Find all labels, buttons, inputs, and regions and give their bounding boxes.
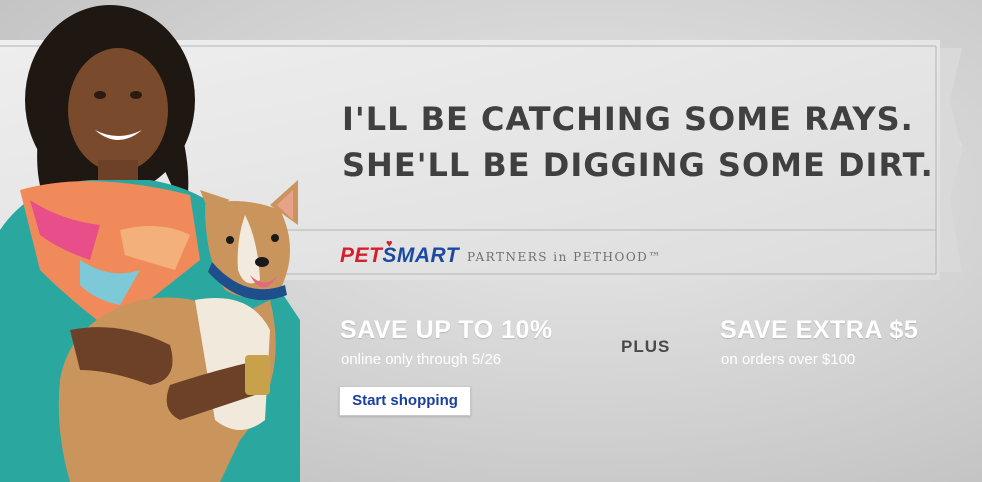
headline-line-2: SHE'LL BE DIGGING SOME DIRT. [342,146,934,184]
partners-tagline: PARTNERS in PETHOOD™ [467,250,662,264]
offer-left-title: SAVE UP TO 10% [340,316,553,344]
start-shopping-button[interactable]: Start shopping [339,386,471,416]
logo-smart: SMART [382,244,460,267]
heart-icon: ♥ [386,238,394,250]
headline-line-1: I'LL BE CATCHING SOME RAYS. [342,100,914,138]
offer-left-subtitle: online only through 5/26 [341,351,502,368]
petsmart-logo[interactable]: PETSMART ♥ [340,238,460,268]
logo-pet: PET [340,244,383,267]
offer-right-subtitle: on orders over $100 [721,351,856,368]
plus-label: PLUS [621,337,671,356]
woman-with-dog-photo [0,5,300,482]
offer-right-title: SAVE EXTRA $5 [720,316,919,344]
headline: I'LL BE CATCHING SOME RAYS. SHE'LL BE DI… [342,96,934,188]
